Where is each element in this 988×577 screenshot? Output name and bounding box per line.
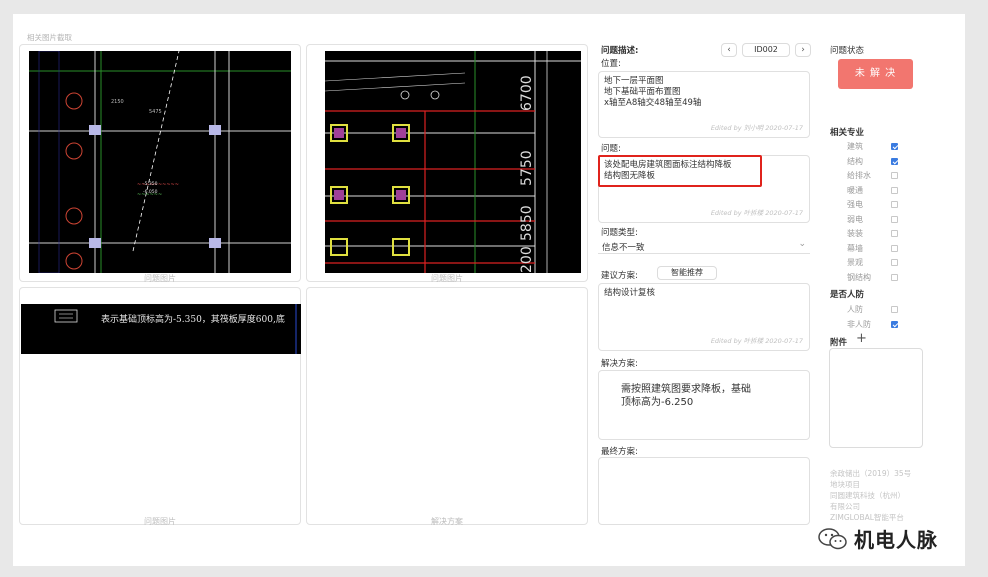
defense-label: 是否人防	[830, 290, 865, 300]
image-slot-1[interactable]: 2150 5475 ~~~~~~~~~~ ~~~~~~ -5.350 -6.05…	[19, 44, 301, 283]
cad-banner: 表示基础顶标高为-5.350，其筏板厚度600,底	[21, 304, 301, 354]
cad-drawing-2: 6700 5750 5850 200	[325, 51, 581, 273]
discipline-checkbox[interactable]	[891, 244, 898, 252]
footer-line-3: 同圆建筑科技（杭州）	[830, 491, 905, 500]
discipline-label: 建筑	[847, 142, 863, 151]
location-edited: Edited by 刘小明 2020-07-17	[710, 124, 803, 132]
discipline-checkbox[interactable]	[891, 143, 898, 150]
suggest-field[interactable]: 结构设计复核 Edited by 叶拆楼 2020-07-17	[598, 283, 810, 351]
image-caption-4: 解决方案	[431, 517, 463, 526]
discipline-label: 景观	[847, 258, 863, 267]
highlight-box	[598, 155, 762, 187]
issue-desc-label: 问题描述:	[601, 46, 639, 56]
image-slot-2[interactable]: 6700 5750 5850 200 问题图片	[306, 44, 588, 283]
smart-recommend-button[interactable]: 智能推荐	[657, 266, 717, 280]
status-button[interactable]: 未 解 决	[838, 59, 913, 89]
problem-label: 问题:	[601, 144, 621, 154]
type-select[interactable]: 信息不一致 ⌄	[598, 239, 810, 254]
add-attachment-icon[interactable]: +	[856, 331, 867, 346]
discipline-checkbox[interactable]	[891, 186, 898, 194]
discipline-checkbox[interactable]	[891, 201, 898, 208]
defense-checkbox[interactable]	[891, 306, 898, 313]
cad-dim-1: 6700	[519, 75, 535, 111]
suggest-edited: Edited by 叶拆楼 2020-07-17	[710, 337, 803, 345]
discipline-checkbox[interactable]	[891, 230, 898, 237]
solution-line-2: 顶标高为-6.250	[621, 397, 694, 408]
attachment-label: 附件	[830, 338, 848, 348]
wechat-icon	[818, 527, 847, 549]
location-line-1: 地下一层平面图	[604, 76, 664, 86]
location-line-3: x轴至A8轴交48轴至49轴	[604, 98, 702, 108]
images-header: 相关图片截取	[27, 33, 72, 42]
cad-dim-3: 5850	[519, 205, 535, 241]
footer-line-4: 有限公司	[830, 502, 860, 511]
discipline-checkbox[interactable]	[891, 172, 898, 179]
discipline-checkbox[interactable]	[891, 259, 898, 266]
type-value: 信息不一致	[602, 243, 645, 253]
prev-button[interactable]: ‹	[721, 43, 737, 57]
image-slot-4[interactable]: 解决方案	[306, 287, 588, 526]
location-field[interactable]: 地下一层平面图 地下基础平面布置图 x轴至A8轴交48轴至49轴 Edited …	[598, 71, 810, 138]
cad-dim-2: 5750	[519, 150, 535, 186]
location-label: 位置:	[601, 59, 621, 69]
discipline-label: 给排水	[847, 171, 871, 180]
problem-field[interactable]: 该处配电房建筑图面标注结构降板 结构图无降板 Edited by 叶拆楼 202…	[598, 155, 810, 223]
status-label: 问题状态	[830, 46, 865, 56]
image-caption-3: 问题图片	[144, 517, 176, 526]
location-line-2: 地下基础平面布置图	[604, 87, 681, 97]
discipline-checkbox[interactable]	[891, 273, 898, 281]
discipline-label: 暖通	[847, 185, 863, 195]
cad-note-4: -6.050	[143, 189, 158, 195]
cad-banner-text: 表示基础顶标高为-5.350，其筏板厚度600,底	[101, 315, 285, 325]
solution-field[interactable]: 需按照建筑图要求降板，基础 顶标高为-6.250	[598, 370, 810, 440]
problem-edited: Edited by 叶拆楼 2020-07-17	[710, 209, 803, 217]
cad-dim-4: 200	[519, 246, 535, 273]
image-caption-2: 问题图片	[431, 274, 463, 283]
footer-line-2: 地块项目	[830, 480, 860, 489]
type-label: 问题类型:	[601, 228, 638, 238]
image-slot-3[interactable]: 表示基础顶标高为-5.350，其筏板厚度600,底 问题图片	[19, 287, 301, 526]
defense-label: 人防	[847, 305, 863, 314]
discipline-label: 弱电	[847, 214, 863, 224]
discipline-checkbox[interactable]	[891, 157, 898, 165]
cad-note-2: 5475	[149, 109, 162, 115]
suggest-value: 结构设计复核	[604, 288, 656, 298]
final-field[interactable]	[598, 457, 810, 525]
watermark-text: 机电人脉	[854, 528, 938, 552]
footer-info: 余政储出（2019）35号 地块项目 同圆建筑科技（杭州） 有限公司 ZIMGL…	[830, 468, 950, 523]
cad-drawing-1: 2150 5475 ~~~~~~~~~~ ~~~~~~ -5.350 -6.05…	[29, 51, 291, 273]
discipline-label: 幕墙	[847, 243, 863, 253]
discipline-label: 结构	[847, 156, 863, 166]
solution-label: 解决方案:	[601, 359, 638, 369]
watermark: 机电人脉	[818, 524, 938, 553]
suggest-label: 建议方案:	[601, 271, 638, 281]
disciplines-label: 相关专业	[830, 128, 865, 138]
cad-note-1: 2150	[111, 99, 124, 105]
footer-line-1: 余政储出（2019）35号	[830, 469, 912, 478]
footer-line-5: ZIMGLOBAL智能平台	[830, 513, 904, 522]
defense-label: 非人防	[847, 319, 871, 329]
discipline-label: 装装	[847, 229, 863, 238]
chevron-down-icon: ⌄	[798, 239, 806, 249]
issue-id-field[interactable]: ID002	[742, 43, 790, 57]
solution-line-1: 需按照建筑图要求降板，基础	[621, 384, 751, 395]
discipline-label: 钢结构	[847, 272, 871, 282]
cad-note-3: -5.350	[143, 181, 158, 187]
discipline-label: 强电	[847, 200, 863, 209]
final-label: 最终方案:	[601, 447, 638, 457]
defense-checkbox[interactable]	[891, 320, 898, 328]
next-button[interactable]: ›	[795, 43, 811, 57]
image-caption-1: 问题图片	[144, 274, 176, 283]
main-panel: 相关图片截取 2150 5475 ~~~~~~~~~~ ~~~~~~ -5.35…	[13, 14, 965, 566]
attachment-area[interactable]	[829, 348, 923, 448]
discipline-checkbox[interactable]	[891, 215, 898, 223]
